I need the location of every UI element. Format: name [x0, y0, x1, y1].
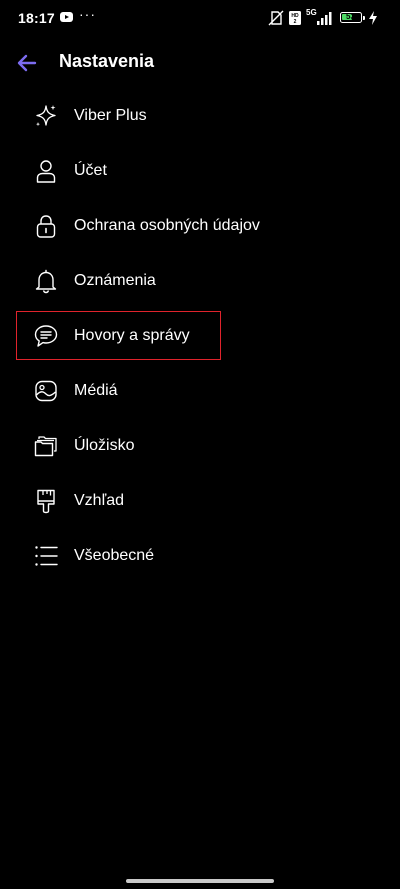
settings-menu: Viber Plus Účet Ochrana osobných údajov …	[0, 89, 400, 584]
back-button[interactable]	[12, 48, 42, 78]
menu-item-media[interactable]: Médiá	[0, 364, 400, 419]
folders-icon	[34, 436, 57, 457]
message-icon	[34, 325, 58, 347]
svg-text:2: 2	[294, 19, 297, 25]
more-icon: ···	[79, 6, 96, 22]
signal-icon	[317, 12, 332, 25]
youtube-icon	[60, 12, 73, 22]
menu-item-privacy[interactable]: Ochrana osobných údajov	[0, 199, 400, 254]
menu-item-label: Médiá	[74, 382, 118, 399]
menu-item-viber-plus[interactable]: Viber Plus	[0, 89, 400, 144]
battery-level: 53	[346, 12, 355, 21]
page-title: Nastavenia	[59, 51, 155, 71]
image-icon	[35, 380, 57, 402]
arrow-left-icon	[17, 54, 37, 72]
status-icons: HD 2 5G 53	[266, 8, 386, 26]
menu-item-label: Všeobecné	[74, 547, 155, 564]
lock-icon	[36, 215, 56, 238]
sparkle-icon	[36, 105, 56, 127]
menu-item-storage[interactable]: Úložisko	[0, 419, 400, 474]
battery-icon: 53	[340, 12, 365, 23]
status-time: 18:17	[18, 10, 55, 26]
menu-item-label: Úložisko	[74, 437, 135, 454]
status-bar: 18:17 ··· HD 2 5G 53	[0, 0, 400, 36]
menu-item-notifications[interactable]: Oznámenia	[0, 254, 400, 309]
volte-icon: HD 2	[289, 11, 301, 25]
menu-item-label: Účet	[74, 162, 107, 179]
no-sim-icon	[268, 10, 284, 26]
home-indicator[interactable]	[126, 879, 274, 883]
menu-item-calls-messages[interactable]: Hovory a správy	[0, 309, 400, 364]
menu-item-label: Ochrana osobných údajov	[74, 217, 260, 234]
header: Nastavenia	[0, 36, 400, 88]
menu-item-label: Hovory a správy	[74, 327, 190, 344]
brush-icon	[37, 489, 55, 514]
bell-icon	[35, 269, 57, 294]
menu-item-general[interactable]: Všeobecné	[0, 529, 400, 584]
charging-icon	[369, 11, 377, 25]
menu-item-label: Oznámenia	[74, 272, 156, 289]
menu-item-account[interactable]: Účet	[0, 144, 400, 199]
list-icon	[35, 546, 58, 566]
user-icon	[36, 160, 56, 183]
menu-item-label: Vzhľad	[74, 492, 125, 509]
menu-item-appearance[interactable]: Vzhľad	[0, 474, 400, 529]
menu-item-label: Viber Plus	[74, 107, 147, 124]
